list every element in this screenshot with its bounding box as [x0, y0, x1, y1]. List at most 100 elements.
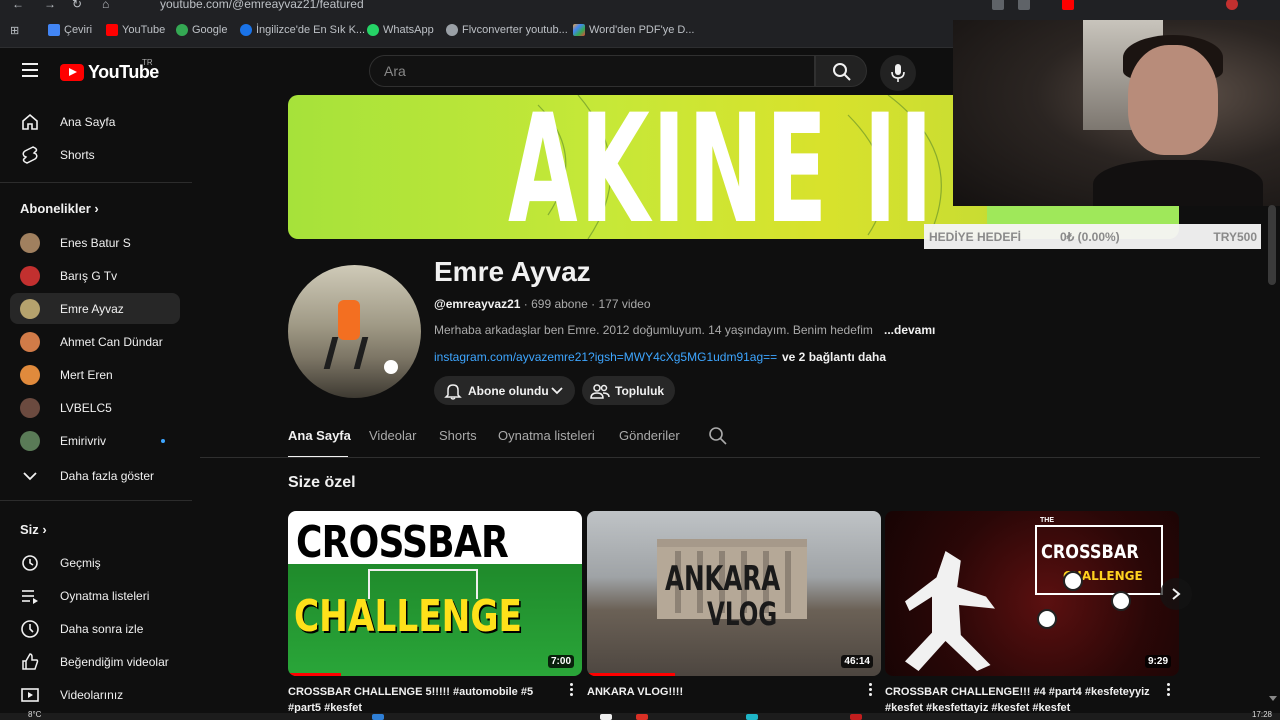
video-duration: 9:29 [1144, 655, 1171, 668]
sidebar: Ana Sayfa Shorts Abonelikler › Enes Batu… [0, 100, 192, 720]
search-icon[interactable] [708, 426, 728, 446]
sidebar-item-home[interactable]: Ana Sayfa [10, 106, 180, 137]
video-card[interactable]: THE CROSSBAR CHALLENGE 9:29 CROSSBAR CHA… [885, 511, 1179, 714]
channel-name: Emre Ayvaz [434, 256, 591, 287]
scroll-down-arrow-icon[interactable] [1269, 696, 1277, 701]
bookmark-item[interactable]: Word'den PDF'ye D... [573, 24, 694, 36]
sidebar-subscription-item[interactable]: Emirivriv [10, 425, 180, 456]
sidebar-divider [0, 182, 192, 183]
youtube-icon [106, 24, 118, 36]
search-input[interactable] [370, 56, 814, 86]
profile-icon[interactable] [1226, 0, 1238, 10]
tab-home[interactable]: Ana Sayfa [288, 428, 351, 443]
youtube-logo[interactable]: YouTube TR [60, 58, 159, 83]
tab-posts[interactable]: Gönderiler [619, 428, 680, 443]
more-links[interactable]: ve 2 bağlantı daha [782, 350, 886, 364]
watch-progress-bar [587, 673, 676, 676]
avatar [20, 430, 40, 451]
sidebar-subscription-item[interactable]: Mert Eren [10, 359, 180, 390]
taskbar-app-icon[interactable] [600, 714, 612, 720]
menu-icon[interactable] [22, 63, 38, 77]
sidebar-item-playlists[interactable]: Oynatma listeleri [10, 580, 180, 611]
watch-progress-bar [288, 673, 341, 676]
show-more-button[interactable]: Daha fazla göster [10, 460, 180, 491]
community-button[interactable]: Topluluk [582, 376, 675, 405]
tab-playlists[interactable]: Oynatma listeleri [498, 428, 595, 443]
address-input[interactable]: youtube.com/@emreayvaz21/featured [160, 0, 364, 11]
gift-goal-label: HEDİYE HEDEFİ [929, 229, 1022, 244]
apps-grid-icon[interactable]: ⊞ [10, 24, 19, 37]
watch-later-icon [21, 619, 39, 638]
sidebar-subscription-item[interactable]: Ahmet Can Dündar [10, 326, 180, 357]
tab-videos[interactable]: Videolar [369, 428, 416, 443]
bookmark-star-icon[interactable] [1018, 0, 1030, 10]
avatar [20, 397, 40, 418]
channel-meta: @emreayvaz21 · 699 abone · 177 video [434, 297, 651, 311]
avatar [20, 232, 40, 253]
taskbar-app-icon[interactable] [746, 714, 758, 720]
weather-temp: 8°C [28, 710, 42, 719]
pdf-icon [573, 24, 585, 36]
sidebar-item-liked[interactable]: Beğendiğim videolar [10, 646, 180, 677]
sidebar-subscription-item[interactable]: LVBELC5 [10, 392, 180, 423]
mic-icon [891, 64, 905, 82]
youtube-play-icon [60, 64, 84, 81]
whatsapp-icon [367, 24, 379, 36]
more-options-icon[interactable] [1167, 683, 1171, 697]
channel-stats: · 699 abone · 177 video [520, 297, 651, 311]
browser-url-bar: ← → ↻ ⌂ youtube.com/@emreayvaz21/feature… [0, 0, 1280, 14]
video-thumbnail[interactable]: ANKARA VLOG 46:14 [587, 511, 881, 676]
cast-icon[interactable] [992, 0, 1004, 10]
windows-start-icon[interactable] [372, 714, 384, 720]
bookmark-item[interactable]: YouTube [106, 24, 165, 36]
avatar [20, 364, 40, 385]
search-icon [833, 63, 851, 81]
avatar [20, 331, 40, 352]
scrollbar-thumb[interactable] [1268, 205, 1276, 285]
bookmark-item[interactable]: İngilizce'de En Sık K... [240, 24, 365, 36]
new-content-dot [161, 438, 165, 443]
description-more-link[interactable]: ...devamı [884, 323, 935, 337]
voice-search-button[interactable] [880, 55, 916, 91]
bookmark-item[interactable]: Google [176, 24, 227, 36]
bookmark-item[interactable]: Çeviri [48, 24, 92, 36]
video-duration: 7:00 [547, 655, 574, 668]
bookmark-item[interactable]: Flvconverter youtub... [446, 24, 568, 36]
bell-icon [444, 383, 462, 400]
search-button[interactable] [815, 55, 867, 87]
sidebar-item-history[interactable]: Geçmiş [10, 547, 180, 578]
chevron-right-icon: › [42, 522, 47, 537]
banner-edge [987, 206, 1179, 224]
back-icon[interactable]: ← [12, 0, 24, 11]
subscriptions-heading[interactable]: Abonelikler › [20, 201, 99, 216]
sidebar-subscription-item[interactable]: Enes Batur S [10, 227, 180, 258]
channel-avatar[interactable] [288, 265, 421, 398]
chrome-icon[interactable] [636, 714, 648, 720]
home-browser-icon[interactable]: ⌂ [102, 0, 109, 11]
taskbar-app-icon[interactable] [850, 714, 862, 720]
channel-link[interactable]: instagram.com/ayvazemre21?igsh=MWY4cXg5M… [434, 350, 777, 364]
subscribed-button[interactable]: Abone olundu [434, 376, 575, 405]
video-thumbnail[interactable]: CROSSBAR CHALLENGE 7:00 [288, 511, 582, 676]
sidebar-item-shorts[interactable]: Shorts [10, 139, 180, 170]
channel-description[interactable]: Merhaba arkadaşlar ben Emre. 2012 doğuml… [434, 323, 873, 337]
video-thumbnail[interactable]: THE CROSSBAR CHALLENGE 9:29 [885, 511, 1179, 676]
forward-icon[interactable]: → [44, 0, 56, 11]
bookmark-item[interactable]: WhatsApp [367, 24, 434, 36]
search-box[interactable] [369, 55, 815, 87]
reload-icon[interactable]: ↻ [72, 0, 82, 11]
more-options-icon[interactable] [869, 683, 873, 697]
sidebar-subscription-item[interactable]: Barış G Tv [10, 260, 180, 291]
video-card[interactable]: CROSSBAR CHALLENGE 7:00 CROSSBAR CHALLEN… [288, 511, 582, 714]
history-icon [22, 554, 38, 571]
more-options-icon[interactable] [570, 683, 574, 697]
extension-icon[interactable] [1062, 0, 1074, 10]
banner-text: AKINE II [508, 95, 936, 239]
sidebar-subscription-item-active[interactable]: Emre Ayvaz [10, 293, 180, 324]
you-heading[interactable]: Siz › [20, 522, 47, 537]
carousel-next-button[interactable] [1160, 578, 1192, 610]
sidebar-item-watch-later[interactable]: Daha sonra izle [10, 613, 180, 644]
sidebar-item-your-videos[interactable]: Videolarınız [10, 679, 180, 710]
tab-shorts[interactable]: Shorts [439, 428, 477, 443]
video-card[interactable]: ANKARA VLOG 46:14 ANKARA VLOG!!!! [587, 511, 881, 698]
